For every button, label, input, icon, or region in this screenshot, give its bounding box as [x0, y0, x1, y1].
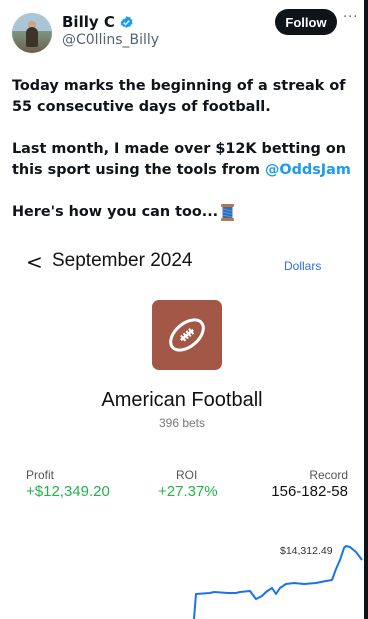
dollars-toggle[interactable]: Dollars — [284, 259, 321, 273]
author-name-row: Billy C — [62, 13, 134, 31]
tweet-line-2: Last month, I made over $12K betting on … — [12, 141, 351, 178]
follow-button[interactable]: Follow — [275, 9, 337, 35]
back-chevron-icon[interactable]: < — [26, 250, 43, 274]
record-value: 156-182-58 — [271, 483, 348, 500]
spool-of-thread-icon — [221, 203, 235, 221]
avatar[interactable] — [12, 13, 52, 53]
display-name[interactable]: Billy C — [62, 13, 115, 31]
mention-link[interactable]: @OddsJam — [265, 162, 351, 178]
month-title: September 2024 — [52, 250, 193, 271]
sport-name: American Football — [101, 389, 263, 411]
handle[interactable]: @C0llins_Billy — [62, 32, 159, 48]
roi-value: +27.37% — [158, 483, 218, 500]
roi-label: ROI — [176, 468, 198, 482]
bet-count: 396 bets — [158, 416, 206, 430]
record-label: Record — [309, 468, 348, 482]
profit-series-line — [193, 545, 363, 619]
timeline-border — [364, 0, 368, 619]
profit-value: +$12,349.20 — [26, 483, 110, 500]
verified-badge-icon — [120, 15, 133, 28]
tweet-card: Billy C @C0llins_Billy Follow ··· Today … — [0, 0, 364, 619]
embedded-image[interactable]: < September 2024 Dollars American Footba… — [0, 238, 364, 619]
football-icon — [152, 300, 222, 370]
profit-label: Profit — [26, 468, 55, 482]
more-options-icon[interactable]: ··· — [343, 10, 358, 25]
profit-line-chart — [193, 545, 363, 619]
tweet-text: Today marks the beginning of a streak of… — [12, 76, 357, 244]
tweet-line-1: Today marks the beginning of a streak of… — [12, 78, 346, 115]
tweet-line-3: Here's how you can too... — [12, 202, 357, 223]
